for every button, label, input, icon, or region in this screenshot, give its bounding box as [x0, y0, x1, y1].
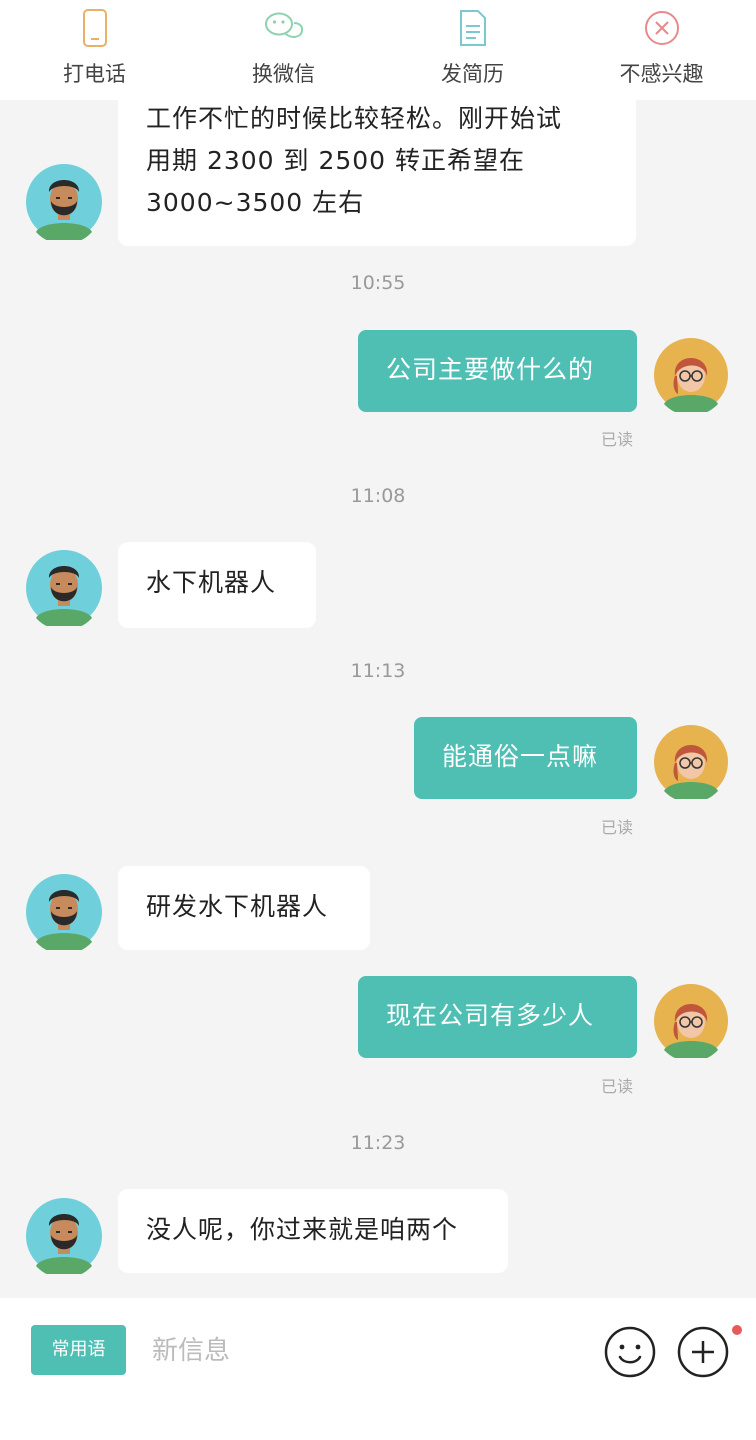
send-resume-label: 发简历	[441, 62, 504, 86]
more-options-button[interactable]	[676, 1325, 730, 1379]
outgoing-message-bubble[interactable]: 公司主要做什么的	[358, 330, 637, 412]
resume-icon	[458, 8, 488, 48]
not-interested-label: 不感兴趣	[619, 62, 704, 86]
other-avatar[interactable]	[26, 1198, 102, 1279]
exchange-wechat-label: 换微信	[252, 62, 315, 86]
timestamp: 11:13	[350, 660, 406, 682]
message-input-bar: 常用语	[0, 1298, 756, 1440]
read-status: 已读	[601, 1077, 634, 1096]
outgoing-message-bubble[interactable]: 能通俗一点嘛	[414, 717, 637, 799]
incoming-message-bubble[interactable]: 没人呢，你过来就是咱两个	[118, 1189, 508, 1273]
message-text: 公司主要做什么的	[386, 355, 595, 384]
my-avatar[interactable]	[654, 338, 728, 416]
my-avatar[interactable]	[654, 984, 728, 1062]
read-status: 已读	[601, 818, 634, 837]
message-text: 现在公司有多少人	[386, 1001, 595, 1030]
other-avatar[interactable]	[26, 550, 102, 631]
emoji-button[interactable]	[603, 1325, 657, 1379]
message-line: 用期 2300 到 2500 转正希望在	[146, 146, 526, 175]
timestamp: 11:08	[350, 485, 406, 507]
phone-icon	[82, 8, 108, 48]
call-label: 打电话	[63, 62, 126, 86]
message-text: 水下机器人	[146, 568, 277, 597]
common-phrases-button[interactable]: 常用语	[31, 1325, 126, 1375]
timestamp: 11:23	[350, 1132, 406, 1154]
outgoing-message-bubble[interactable]: 现在公司有多少人	[358, 976, 637, 1058]
other-avatar[interactable]	[26, 874, 102, 955]
wechat-icon	[264, 8, 304, 48]
not-interested-button[interactable]: 不感兴趣	[582, 0, 742, 88]
send-resume-button[interactable]: 发简历	[393, 0, 553, 88]
plus-icon	[676, 1326, 730, 1383]
not-interested-icon	[643, 8, 681, 48]
emoji-icon	[603, 1326, 657, 1383]
message-text: 能通俗一点嘛	[442, 742, 599, 771]
call-button[interactable]: 打电话	[15, 0, 175, 88]
message-line: 工作不忙的时候比较轻松。刚开始试	[146, 104, 563, 133]
incoming-message-bubble[interactable]: 研发水下机器人	[118, 866, 370, 950]
incoming-message-bubble[interactable]: 工作不忙的时候比较轻松。刚开始试 用期 2300 到 2500 转正希望在 30…	[118, 100, 636, 246]
chat-message-list[interactable]: 工作不忙的时候比较轻松。刚开始试 用期 2300 到 2500 转正希望在 30…	[0, 100, 756, 1298]
notification-dot	[732, 1325, 742, 1335]
new-message-input[interactable]	[150, 1325, 574, 1377]
top-action-bar: 打电话 换微信 发简历 不感兴趣	[0, 0, 756, 100]
read-status: 已读	[601, 430, 634, 449]
message-line: 3000~3500 左右	[146, 188, 365, 217]
incoming-message-bubble[interactable]: 水下机器人	[118, 542, 316, 628]
other-avatar[interactable]	[26, 164, 102, 245]
exchange-wechat-button[interactable]: 换微信	[204, 0, 364, 88]
message-text: 研发水下机器人	[146, 892, 329, 921]
message-text: 没人呢，你过来就是咱两个	[146, 1215, 459, 1244]
timestamp: 10:55	[350, 272, 406, 294]
my-avatar[interactable]	[654, 725, 728, 803]
